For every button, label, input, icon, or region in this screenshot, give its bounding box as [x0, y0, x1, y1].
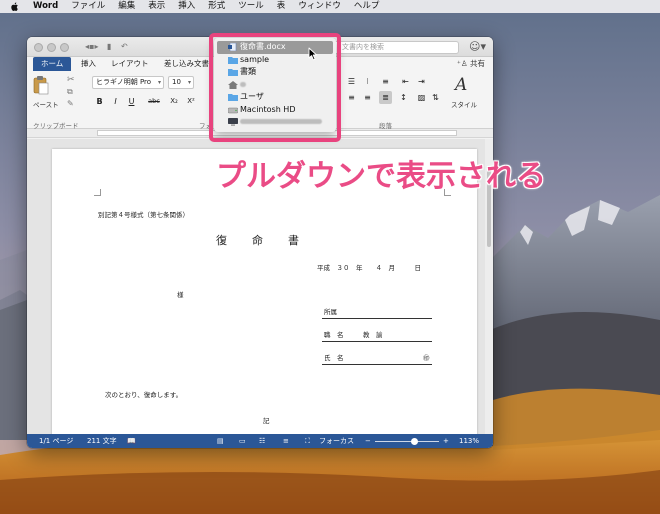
- copy-icon[interactable]: ⧉: [67, 87, 73, 97]
- cut-icon[interactable]: ✂: [67, 75, 75, 85]
- page-count[interactable]: 1/1 ページ: [39, 434, 73, 448]
- draft-view-icon[interactable]: ≡: [283, 434, 289, 448]
- tab-insert[interactable]: 挿入: [81, 57, 96, 71]
- zoom-in-icon[interactable]: +: [443, 434, 449, 448]
- tab-home[interactable]: ホーム: [33, 57, 72, 71]
- body-text: 次のとおり、復命します。: [105, 391, 183, 399]
- align-left-icon[interactable]: ≡: [345, 91, 358, 104]
- mouse-pointer-icon: [308, 47, 318, 61]
- menu-help[interactable]: ヘルプ: [354, 0, 380, 13]
- bold-button[interactable]: B: [93, 95, 106, 108]
- undo-icon[interactable]: ↶: [121, 42, 128, 52]
- tab-layout[interactable]: レイアウト: [111, 57, 149, 71]
- font-size-value: 10: [172, 78, 181, 86]
- font-name-select[interactable]: ヒラギノ明朝 Pro ▾: [92, 76, 164, 89]
- sidebar-toggle-icon[interactable]: ◂▪▸: [85, 42, 98, 52]
- save-icon[interactable]: ▮: [107, 42, 111, 52]
- seal-mark: ㊞: [423, 354, 430, 362]
- status-bar: 1/1 ページ 211 文字 📖 ▤ ▭ ☷ ≡ ⛶ フォーカス − + 113…: [27, 434, 493, 448]
- apple-icon[interactable]: [10, 2, 19, 12]
- page-corner-mark: [94, 189, 101, 196]
- styles-label[interactable]: スタイル: [451, 99, 477, 109]
- format-painter-icon[interactable]: ✎: [67, 99, 74, 108]
- affiliation-underline: [322, 318, 432, 319]
- line-spacing-icon[interactable]: ↕: [397, 91, 410, 104]
- menu-app-word[interactable]: Word: [33, 0, 58, 13]
- font-name-value: ヒラギノ明朝 Pro: [96, 78, 152, 86]
- zoom-slider-knob[interactable]: [411, 437, 419, 445]
- multilevel-list-icon[interactable]: ≡: [379, 75, 392, 88]
- zoom-window-button[interactable]: [60, 43, 69, 52]
- zoom-out-icon[interactable]: −: [365, 434, 371, 448]
- italic-button[interactable]: I: [109, 95, 122, 108]
- focus-icon[interactable]: ⛶: [305, 434, 310, 448]
- menu-tools[interactable]: ツール: [238, 0, 264, 13]
- share-label: 共有: [470, 59, 485, 68]
- zoom-percent[interactable]: 113%: [459, 434, 479, 448]
- record-heading: 記: [263, 417, 270, 425]
- shading-icon[interactable]: ▨: [415, 91, 428, 104]
- menu-view[interactable]: 表示: [148, 0, 165, 13]
- proofing-icon[interactable]: 📖: [127, 434, 136, 448]
- increase-indent-icon[interactable]: ⇥: [415, 75, 428, 88]
- web-layout-icon[interactable]: ▭: [239, 434, 246, 448]
- menu-format[interactable]: 形式: [208, 0, 225, 13]
- affiliation-label: 所属: [324, 308, 337, 316]
- tab-mailings[interactable]: 差し込み文書: [164, 57, 209, 71]
- form-header: 別記第４号様式（第七条関係）: [98, 211, 189, 219]
- chevron-down-icon: ▾: [157, 79, 161, 86]
- underline-button[interactable]: U: [125, 95, 138, 108]
- styles-icon[interactable]: A: [455, 75, 467, 95]
- share-button[interactable]: ⁺♙ 共有: [457, 57, 485, 71]
- menu-window[interactable]: ウィンドウ: [298, 0, 341, 13]
- annotation-caption: プルダウンで表示される: [215, 158, 546, 194]
- search-placeholder: 文書内を検索: [342, 43, 384, 51]
- add-person-icon: ⁺♙: [456, 59, 470, 68]
- align-center-icon[interactable]: ≡: [361, 91, 374, 104]
- menu-table[interactable]: 表: [277, 0, 286, 13]
- minimize-window-button[interactable]: [47, 43, 56, 52]
- date-line: 平成 ３０ 年 ４ 月 日: [317, 264, 421, 272]
- zoom-slider-track[interactable]: [375, 440, 439, 442]
- menu-file[interactable]: ファイル: [71, 0, 105, 13]
- bullets-icon[interactable]: ☰: [345, 75, 358, 88]
- font-size-select[interactable]: 10 ▾: [168, 76, 194, 89]
- align-justify-icon[interactable]: ≣: [379, 91, 392, 104]
- sort-icon[interactable]: ⇅: [429, 91, 442, 104]
- paste-label[interactable]: ペースト: [33, 99, 59, 109]
- name-label: 氏 名: [324, 354, 344, 362]
- highlight-frame: [209, 33, 341, 142]
- superscript-button[interactable]: X²: [183, 95, 199, 108]
- close-window-button[interactable]: [34, 43, 43, 52]
- outline-view-icon[interactable]: ☷: [259, 434, 265, 448]
- print-layout-icon[interactable]: ▤: [217, 434, 224, 448]
- focus-label[interactable]: フォーカス: [319, 434, 354, 448]
- document-title: 復 命 書: [216, 234, 300, 247]
- addressee-suffix: 様: [177, 291, 184, 299]
- chevron-down-icon: ▾: [187, 79, 191, 86]
- position-underline: [322, 341, 432, 342]
- numbering-icon[interactable]: ⁝: [361, 75, 374, 88]
- menu-edit[interactable]: 編集: [118, 0, 135, 13]
- decrease-indent-icon[interactable]: ⇤: [399, 75, 412, 88]
- menu-insert[interactable]: 挿入: [178, 0, 195, 13]
- smiley-icon[interactable]: ☺▾: [469, 40, 486, 53]
- word-count[interactable]: 211 文字: [87, 434, 117, 448]
- subscript-button[interactable]: X₂: [166, 95, 182, 108]
- document-search-input[interactable]: ⌕ 文書内を検索: [327, 41, 459, 54]
- paste-icon[interactable]: [33, 75, 49, 95]
- strikethrough-button[interactable]: abc: [145, 95, 163, 108]
- name-underline: [322, 364, 432, 365]
- position-label: 職 名 教 諭: [324, 331, 383, 339]
- system-menu-bar: Word ファイル 編集 表示 挿入 形式 ツール 表 ウィンドウ ヘルプ: [0, 0, 660, 13]
